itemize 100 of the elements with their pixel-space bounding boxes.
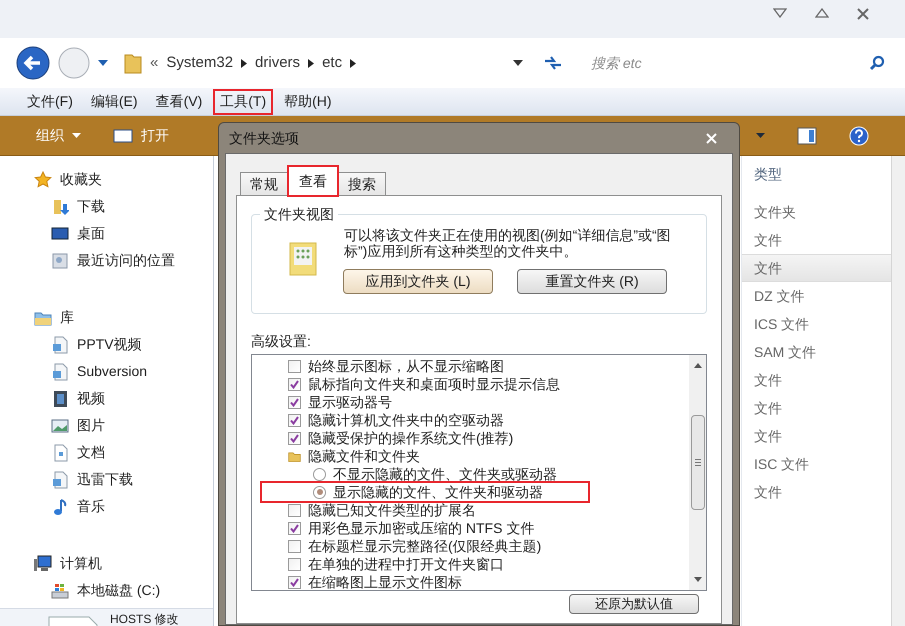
checkbox[interactable] (288, 432, 301, 444)
option-label[interactable]: 始终显示图标，从不显示缩略图 (308, 357, 504, 375)
dialog-title: 文件夹选项 (229, 128, 299, 148)
monitor-icon (51, 224, 69, 242)
menu-item[interactable]: 文件(F) (20, 88, 80, 114)
music-note-icon (51, 498, 69, 516)
option-label[interactable]: 显示驱动器号 (308, 393, 392, 411)
sidebar-item[interactable]: 迅雷下载 (77, 469, 133, 490)
option-label[interactable]: 显示隐藏的文件、文件夹和驱动器 (333, 483, 543, 501)
radio-button[interactable] (313, 468, 326, 480)
description-text: 可以将该文件夹正在使用的视图(例如“详细信息”或“图标”)应用到所有这种类型的文件夹中。 (344, 227, 672, 259)
menu-item[interactable]: 帮助(H) (277, 88, 339, 114)
scroll-thumb[interactable] (690, 415, 704, 510)
option-label[interactable]: 鼠标指向文件夹和桌面项时显示提示信息 (308, 375, 560, 393)
option-label[interactable]: 不显示隐藏的文件、文件夹或驱动器 (333, 465, 557, 483)
checkbox[interactable] (288, 576, 301, 588)
search-field[interactable]: 搜索 etc (591, 52, 861, 74)
document-icon (51, 362, 69, 380)
checkbox[interactable] (288, 504, 301, 516)
open-button[interactable]: 打开 (113, 125, 169, 146)
reset-button[interactable]: 重置文件夹 (R) (517, 269, 667, 294)
sidebar-item[interactable]: 音乐 (77, 496, 105, 517)
option-label[interactable]: 在单独的进程中打开文件夹窗口 (308, 555, 504, 573)
caret-icon[interactable] (513, 60, 523, 66)
scrollbar[interactable] (891, 156, 905, 626)
checkbox[interactable] (288, 558, 301, 570)
sidebar-item[interactable]: 图片 (77, 415, 105, 436)
path-segment[interactable]: drivers (255, 52, 300, 74)
checkbox[interactable] (288, 396, 301, 408)
arrow-up-icon[interactable] (694, 363, 702, 368)
tab[interactable]: 常规 (240, 172, 288, 196)
sidebar-item[interactable]: 计算机 (60, 553, 102, 574)
triangle-up-icon[interactable] (815, 8, 829, 18)
restore-defaults-button[interactable]: 还原为默认值 (569, 594, 699, 614)
tab[interactable]: 搜索 (338, 172, 386, 196)
triangle-down-icon[interactable] (773, 8, 787, 18)
file-type-cell[interactable]: 文件 (742, 422, 891, 450)
sidebar-item[interactable]: 视频 (77, 388, 105, 409)
checkbox[interactable] (288, 540, 301, 552)
recent-places-icon (51, 252, 69, 270)
option-label[interactable]: 在缩略图上显示文件图标 (308, 573, 462, 590)
option-label[interactable]: 隐藏计算机文件夹中的空驱动器 (308, 411, 504, 429)
tab[interactable]: 查看 (288, 166, 338, 196)
help-icon[interactable] (849, 126, 869, 146)
sidebar-item[interactable]: 收藏夹 (60, 169, 102, 190)
chevron-icon[interactable] (308, 58, 314, 68)
sidebar-item[interactable]: 最近访问的位置 (77, 250, 175, 271)
caret-icon[interactable] (98, 60, 108, 66)
file-type-cell[interactable]: 文件 (742, 226, 891, 254)
chevron-icon[interactable] (241, 58, 248, 68)
path-overflow[interactable]: « (150, 52, 158, 74)
file-type-cell[interactable]: 文件 (742, 366, 891, 394)
option-label[interactable]: 在标题栏显示完整路径(仅限经典主题) (308, 537, 542, 555)
folder-icon (288, 450, 301, 462)
search-icon[interactable] (869, 55, 885, 71)
sidebar-item[interactable]: Subversion (77, 361, 148, 382)
checkbox[interactable] (288, 522, 301, 534)
sidebar-item[interactable]: 桌面 (77, 223, 105, 244)
checkbox[interactable] (288, 378, 301, 390)
document-icon (51, 336, 69, 354)
file-type-cell[interactable]: DZ 文件 (742, 282, 891, 310)
file-type-cell[interactable]: 文件 (742, 394, 891, 422)
file-type-cell[interactable]: 文件 (742, 254, 891, 282)
close-icon[interactable] (857, 8, 869, 20)
sidebar-item[interactable]: 文档 (77, 442, 105, 463)
file-type-cell[interactable]: 文件夹 (742, 198, 891, 226)
radio-button[interactable] (313, 486, 326, 498)
section-label: 高级设置: (251, 332, 312, 351)
column-header[interactable]: 类型 (742, 164, 891, 198)
organize-button[interactable]: 组织 (36, 125, 81, 146)
sidebar-item[interactable]: PPTV视频 (77, 334, 142, 355)
caret-icon (72, 133, 81, 138)
refresh-icon[interactable] (543, 55, 563, 71)
file-type-cell[interactable]: ISC 文件 (742, 450, 891, 478)
arrow-down-icon[interactable] (694, 577, 702, 582)
apply-button[interactable]: 应用到文件夹 (L) (343, 269, 493, 294)
path-segment[interactable]: etc (322, 52, 342, 74)
menu-item[interactable]: 编辑(E) (84, 88, 145, 114)
file-type-cell[interactable]: ICS 文件 (742, 310, 891, 338)
sidebar-item[interactable]: 本地磁盘 (C:) (77, 580, 160, 601)
menu-item[interactable]: 查看(V) (148, 88, 210, 114)
option-label: 隐藏文件和文件夹 (308, 447, 420, 465)
checkbox[interactable] (288, 360, 301, 372)
windows-drive-icon (51, 582, 69, 600)
chevron-icon[interactable] (350, 58, 356, 68)
file-name: HOSTS 修改 (110, 612, 179, 626)
file-icon (48, 616, 98, 626)
sidebar-item[interactable]: 下载 (77, 196, 105, 217)
option-label[interactable]: 用彩色显示加密或压缩的 NTFS 文件 (308, 519, 534, 537)
checkbox[interactable] (288, 414, 301, 426)
path-segment[interactable]: System32 (166, 52, 234, 74)
option-label[interactable]: 隐藏已知文件类型的扩展名 (308, 501, 476, 519)
scrollbar[interactable] (689, 355, 706, 590)
menu-item[interactable]: 工具(T) (213, 88, 274, 114)
back-icon[interactable] (16, 46, 50, 80)
file-type-cell[interactable]: 文件 (742, 478, 891, 506)
option-label[interactable]: 隐藏受保护的操作系统文件(推荐) (308, 429, 514, 447)
sidebar-item[interactable]: 库 (60, 307, 74, 328)
file-type-cell[interactable]: SAM 文件 (742, 338, 891, 366)
preview-pane-icon[interactable] (797, 126, 817, 144)
